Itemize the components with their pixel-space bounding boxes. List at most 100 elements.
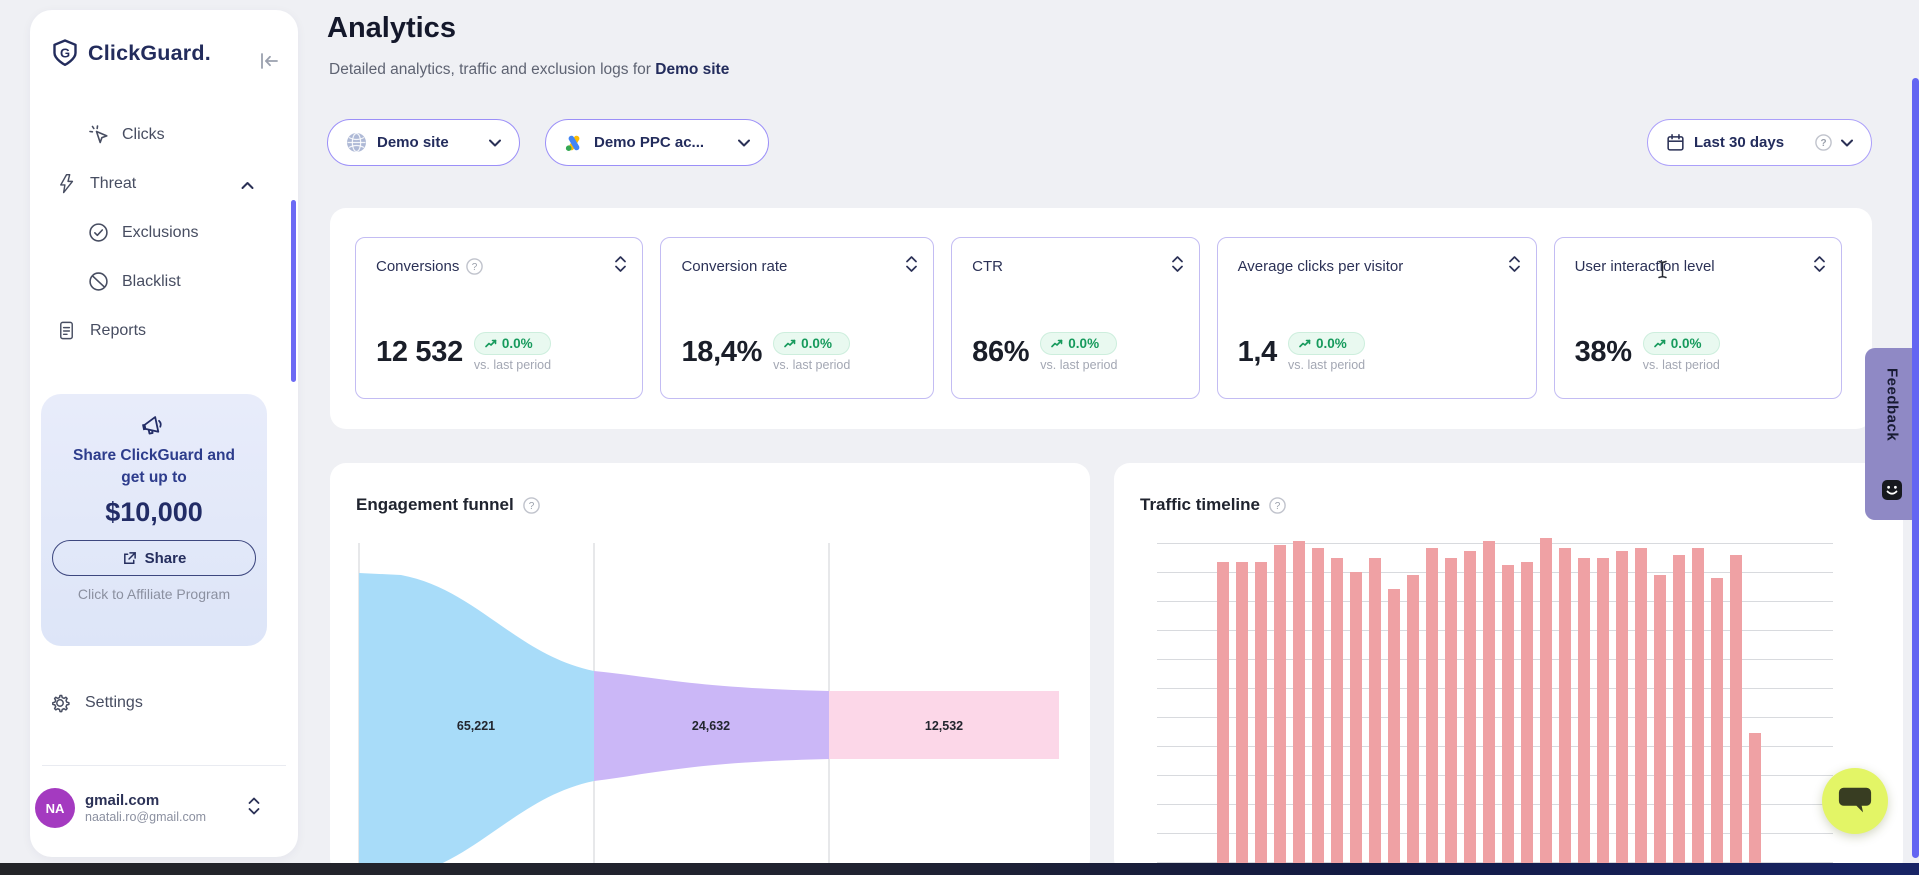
traffic-bar [1236,562,1248,875]
trend-up-icon [1051,339,1063,348]
traffic-bar [1559,548,1571,875]
globe-icon [346,132,367,153]
traffic-bar [1483,541,1495,875]
traffic-bar [1369,558,1381,875]
svg-text:?: ? [1820,138,1826,149]
traffic-title: Traffic timeline [1140,495,1260,515]
document-icon [56,320,77,341]
feedback-tab[interactable]: Feedback [1865,348,1919,520]
promo-amount: $10,000 [105,497,203,528]
traffic-bar [1293,541,1305,875]
sidebar-item-blacklist[interactable]: Blacklist [30,257,298,306]
sidebar-item-label: Settings [85,694,143,712]
sidebar-item-settings[interactable]: Settings [30,678,298,727]
help-icon[interactable]: ? [1269,497,1286,514]
kpi-label: CTR [972,258,1003,275]
traffic-bar [1274,545,1286,875]
badge-check-icon [88,222,109,243]
traffic-bar [1426,548,1438,875]
traffic-bar [1540,538,1552,875]
engagement-funnel-card: Engagement funnel ? 65,221 24,632 12,532 [330,463,1090,875]
traffic-bar [1502,565,1514,875]
megaphone-icon [141,412,168,439]
delta-caption: vs. last period [773,358,850,372]
funnel-stage-value: 65,221 [457,719,495,733]
date-range-selector[interactable]: Last 30 days ? [1647,119,1872,166]
help-icon[interactable]: ? [466,258,483,275]
sidebar-item-label: Reports [90,322,146,340]
page-scrollbar-thumb[interactable] [1912,78,1919,858]
chevron-down-icon [1841,139,1853,147]
collapse-sidebar-button[interactable] [258,50,280,72]
traffic-bar [1673,555,1685,875]
trend-up-icon [784,339,796,348]
sidebar-item-reports[interactable]: Reports [30,306,298,355]
delta-badge: 0.0% [1040,332,1117,355]
traffic-bar [1597,558,1609,875]
gridline [1157,543,1833,544]
delta-badge: 0.0% [1643,332,1720,355]
page-title: Analytics [327,12,456,45]
kpi-label: Conversion rate [681,258,787,275]
chat-launcher-button[interactable] [1822,768,1888,834]
affiliate-link[interactable]: Click to Affiliate Program [78,586,230,602]
help-icon[interactable]: ? [523,497,540,514]
help-icon[interactable]: ? [1815,134,1832,151]
kpi-value: 12 532 [376,336,463,369]
metric-sort-icon[interactable] [1509,255,1520,278]
ppc-account-selector[interactable]: Demo PPC ac... [545,119,769,166]
sidebar: G ClickGuard. Clicks [30,10,298,857]
funnel-title: Engagement funnel [356,495,514,515]
sidebar-item-label: Clicks [122,126,165,144]
traffic-bar [1521,562,1533,875]
select-chevrons-icon [248,796,260,821]
site-selector[interactable]: Demo site [327,119,520,166]
chevron-down-icon [489,139,501,147]
delta-badge: 0.0% [773,332,850,355]
share-button[interactable]: Share [52,540,256,576]
app-title: ClickGuard. [88,41,211,66]
site-selector-value: Demo site [377,134,449,151]
metric-sort-icon[interactable] [906,255,917,278]
affiliate-promo-card: Share ClickGuard and get up to $10,000 S… [41,394,267,646]
svg-text:?: ? [472,262,478,273]
metric-sort-icon[interactable] [1814,255,1825,278]
avatar: NA [35,788,75,828]
kpi-value: 38% [1575,336,1632,369]
trend-up-icon [485,339,497,348]
sidebar-menu: Clicks Threat Exclusions [30,110,298,355]
subtitle-site-name: Demo site [655,61,729,78]
funnel-chart: 65,221 24,632 12,532 [356,543,1068,875]
traffic-bar [1711,578,1723,875]
delta-badge: 0.0% [474,332,551,355]
clickguard-shield-icon: G [50,38,80,68]
share-button-label: Share [145,550,187,567]
traffic-bar [1407,575,1419,875]
delta-badge: 0.0% [1288,332,1365,355]
ppc-account-value: Demo PPC ac... [594,134,704,151]
chevron-down-icon [738,139,750,147]
sidebar-item-exclusions[interactable]: Exclusions [30,208,298,257]
kpi-value: 18,4% [681,336,762,369]
account-email: naatali.ro@gmail.com [85,810,206,824]
account-switcher[interactable]: NA gmail.com naatali.ro@gmail.com [30,776,298,840]
sidebar-item-threat[interactable]: Threat [30,159,298,208]
sidebar-scrollbar-thumb[interactable] [291,200,296,382]
delta-caption: vs. last period [1040,358,1117,372]
delta-caption: vs. last period [474,358,551,372]
traffic-timeline-card: Traffic timeline ? [1114,463,1903,875]
traffic-bar [1635,548,1647,875]
metric-sort-icon[interactable] [615,255,626,278]
kpi-card-ctr: CTR 86% 0.0% [951,237,1199,399]
traffic-bar [1331,558,1343,875]
traffic-bar [1578,558,1590,875]
sidebar-item-label: Exclusions [122,224,198,242]
metric-sort-icon[interactable] [1172,255,1183,278]
collapse-arrow-icon [258,50,280,72]
lightning-icon [56,173,77,194]
feedback-label: Feedback [1884,368,1901,441]
sidebar-item-clicks[interactable]: Clicks [30,110,298,159]
calendar-icon [1666,133,1685,152]
traffic-bar [1749,733,1761,875]
kpi-label: Average clicks per visitor [1238,258,1404,275]
